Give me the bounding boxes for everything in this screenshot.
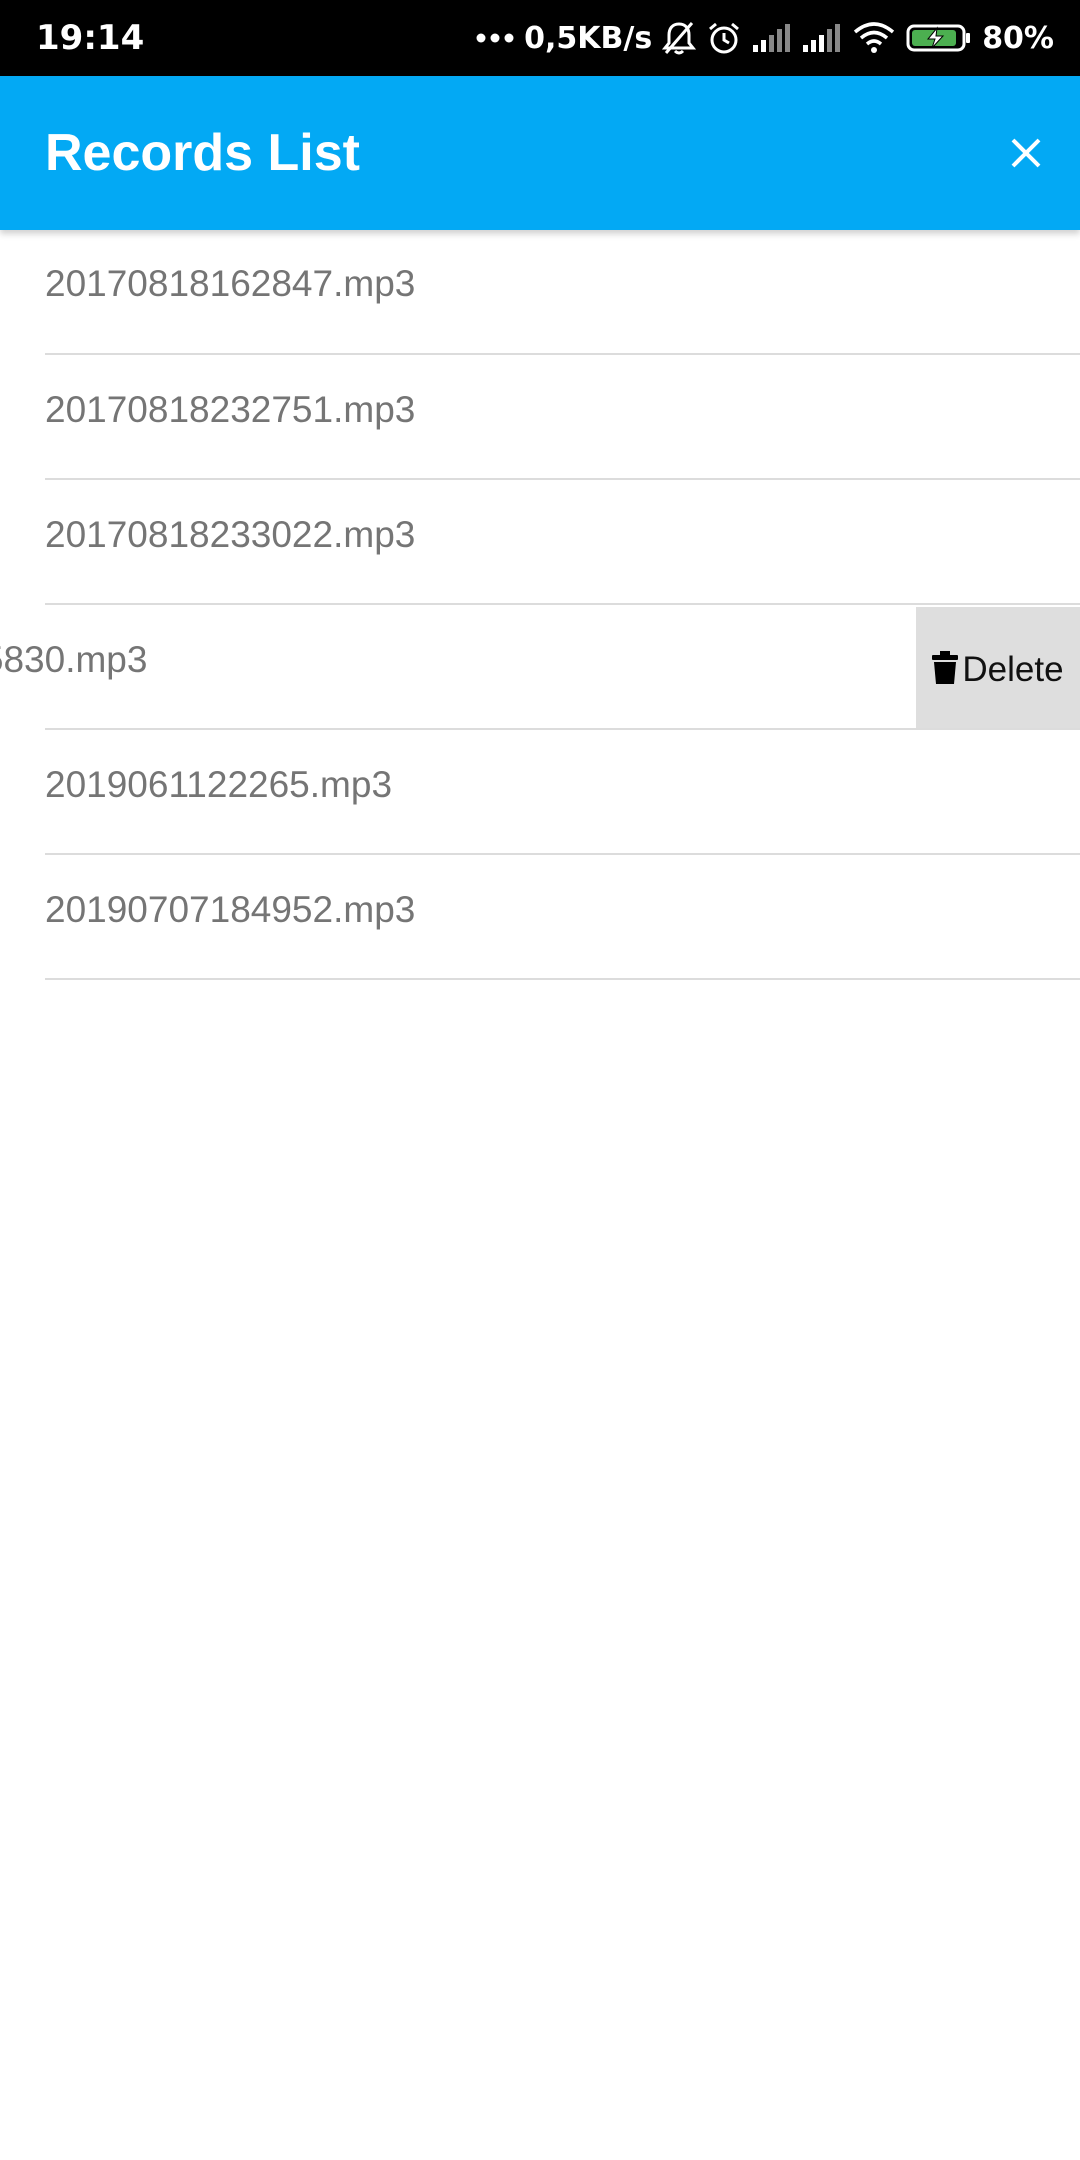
close-button[interactable] — [990, 117, 1062, 189]
battery-charging-icon — [906, 23, 972, 53]
record-name: 20170818233022.mp3 — [45, 514, 416, 555]
status-time: 19:14 — [36, 18, 145, 58]
more-dots-icon — [476, 32, 514, 44]
list-item[interactable]: 20170818233022.mp3 — [0, 480, 1080, 605]
alarm-icon — [706, 20, 742, 56]
bell-off-icon — [662, 20, 697, 56]
list-item[interactable]: 20170818232751.mp3 — [0, 355, 1080, 480]
network-speed: 0,5KB/s — [524, 20, 653, 56]
list-item-swiped[interactable]: 924225830.mp3 Delete — [0, 605, 1080, 730]
battery-level: 80% — [982, 20, 1054, 56]
record-name: 20190707184952.mp3 — [45, 889, 416, 930]
app-bar: Records List — [0, 76, 1080, 230]
signal-icon — [752, 23, 792, 53]
records-list: 20170818162847.mp3 20170818232751.mp3 20… — [0, 230, 1080, 980]
record-name: 20170818162847.mp3 — [45, 263, 416, 304]
page-title: Records List — [45, 124, 360, 182]
status-icons: 0,5KB/s 80% — [476, 0, 1054, 76]
list-item[interactable]: 20190707184952.mp3 — [0, 855, 1080, 980]
wifi-icon — [852, 22, 896, 54]
trash-icon — [932, 650, 959, 684]
list-item[interactable]: 2019061122265.mp3 — [0, 730, 1080, 855]
record-name: 924225830.mp3 — [0, 639, 148, 680]
status-bar: 19:14 0,5KB/s 80% — [0, 0, 1080, 76]
list-item[interactable]: 20170818162847.mp3 — [0, 230, 1080, 355]
delete-button[interactable]: Delete — [916, 607, 1080, 728]
signal-icon — [802, 23, 842, 53]
record-name: 20170818232751.mp3 — [45, 389, 416, 430]
delete-label: Delete — [962, 649, 1064, 689]
close-icon — [1011, 138, 1041, 168]
record-name: 2019061122265.mp3 — [45, 764, 393, 805]
